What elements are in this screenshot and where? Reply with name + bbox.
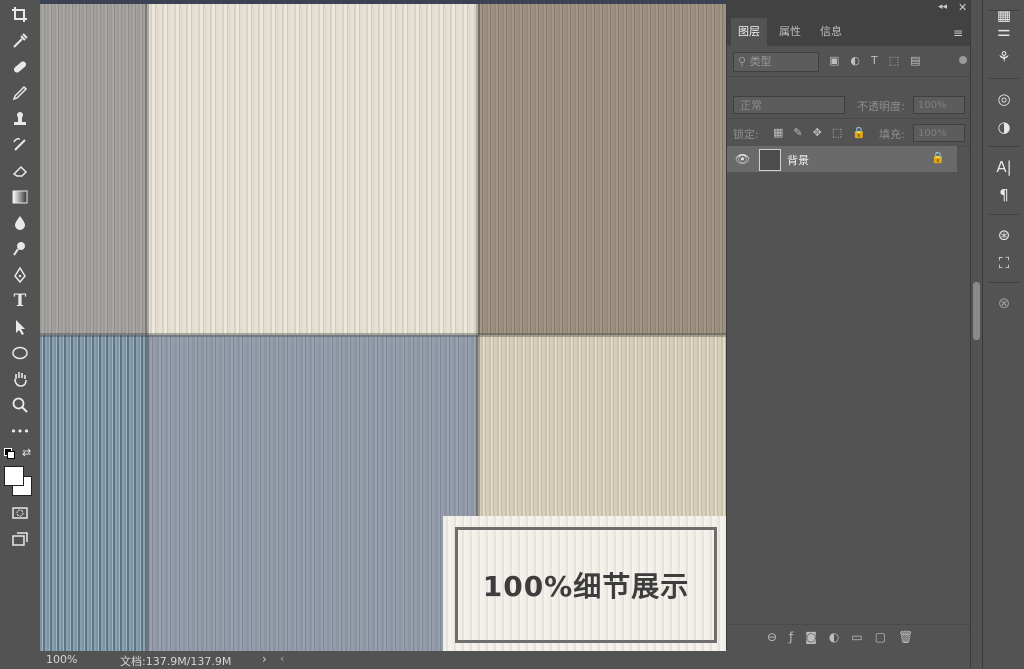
- fabric-tile: [478, 0, 726, 335]
- tab-properties[interactable]: 属性: [771, 18, 809, 46]
- document-info: 文档:137.9M/137.9M: [120, 655, 232, 668]
- status-menu-arrow[interactable]: ›: [262, 652, 267, 666]
- tab-layers[interactable]: 图层: [731, 18, 767, 46]
- tab-info[interactable]: 信息: [813, 18, 849, 46]
- history-brush-tool-icon[interactable]: [6, 134, 34, 156]
- filter-toggle[interactable]: [959, 56, 967, 64]
- layer-lock-icon[interactable]: 🔒: [931, 151, 945, 164]
- strip-separator: [989, 146, 1019, 147]
- fabric-tile: [40, 0, 147, 335]
- blend-mode-select[interactable]: 正常: [733, 96, 845, 114]
- dodge-tool-icon[interactable]: [6, 238, 34, 260]
- eraser-tool-icon[interactable]: [6, 160, 34, 182]
- layers-panel-footer: ⊖ƒ◙◐▭▢🗑: [727, 624, 971, 651]
- hand-tool-icon[interactable]: [6, 368, 34, 390]
- layer-thumbnail: [759, 149, 781, 171]
- panel-icon-strip: ▦ ⚌ ⚘ ◎ ◑ A| ¶ ⊛ ⛶ ⊗: [982, 0, 1024, 668]
- strip-separator: [989, 10, 1019, 11]
- strip-separator: [989, 282, 1019, 283]
- panel-tabs: 图层 属性 信息 ≡: [727, 18, 971, 46]
- tools-panel: T ••• ⇄: [0, 0, 41, 668]
- eyedropper-tool-icon[interactable]: [6, 30, 34, 52]
- swap-colors-icon[interactable]: ⇄: [22, 446, 31, 459]
- close-panel-icon[interactable]: ✕: [958, 1, 967, 14]
- filter-type-icons[interactable]: ▣◐T⬚▤: [829, 54, 932, 67]
- panel-menu-icon[interactable]: ≡: [953, 26, 963, 40]
- channels-icon[interactable]: ⊛: [991, 224, 1017, 246]
- screen-mode-icon[interactable]: [6, 528, 34, 550]
- fabric-tile: [147, 0, 478, 335]
- properties-icon[interactable]: ⊗: [991, 292, 1017, 314]
- default-colors-icon[interactable]: [4, 448, 15, 459]
- zoom-level[interactable]: 100%: [46, 653, 84, 666]
- crop-tool-icon[interactable]: [6, 4, 34, 26]
- libraries-icon[interactable]: ◎: [991, 88, 1017, 110]
- lock-options-icons[interactable]: ▦✎✥⬚🔒: [773, 126, 876, 139]
- status-bar: 100% 文档:137.9M/137.9M › ‹: [40, 651, 970, 668]
- paragraph-icon[interactable]: ¶: [991, 184, 1017, 206]
- fill-field[interactable]: 100%: [913, 124, 965, 142]
- layer-filter-select[interactable]: ⚲ 类型: [733, 52, 819, 72]
- panel-dock-header: ◂◂ ✕: [726, 0, 970, 18]
- collapse-panel-icon[interactable]: ◂◂: [938, 2, 947, 12]
- search-icon: ⚲: [738, 55, 747, 68]
- adjustments-icon[interactable]: ⚌: [991, 20, 1017, 42]
- layer-filter-row: ⚲ 类型 ▣◐T⬚▤: [727, 46, 971, 77]
- clone-stamp-tool-icon[interactable]: [6, 108, 34, 130]
- foreground-color-swatch[interactable]: [4, 466, 24, 486]
- opacity-label: 不透明度:: [857, 100, 905, 113]
- type-tool-icon[interactable]: T: [6, 290, 34, 312]
- gradient-tool-icon[interactable]: [6, 186, 34, 208]
- adjustment-layer-icon[interactable]: ◑: [991, 116, 1017, 138]
- detail-label-text: 100%细节展示: [482, 570, 690, 603]
- layer-name: 背景: [787, 154, 809, 167]
- quick-mask-icon[interactable]: [6, 502, 34, 524]
- path-selection-tool-icon[interactable]: [6, 316, 34, 338]
- layer-filter-value: 类型: [749, 55, 772, 68]
- detail-label-frame: 100%细节展示: [455, 527, 717, 643]
- pen-tool-icon[interactable]: [6, 264, 34, 286]
- layers-panel: 图层 属性 信息 ≡ ⚲ 类型 ▣◐T⬚▤ 正常 不透明度: 100% 锁定: …: [726, 18, 971, 651]
- ellipse-tool-icon[interactable]: [6, 342, 34, 364]
- blend-row: 正常 不透明度: 100%: [727, 92, 971, 119]
- blur-tool-icon[interactable]: [6, 212, 34, 234]
- layer-row[interactable]: 👁 背景 🔒: [727, 146, 957, 172]
- scroll-left-icon[interactable]: ‹: [280, 652, 284, 665]
- canvas-top-strip: [40, 0, 726, 4]
- visibility-eye-icon[interactable]: 👁: [735, 152, 750, 166]
- character-icon[interactable]: A|: [991, 156, 1017, 178]
- zoom-tool-icon[interactable]: [6, 394, 34, 416]
- paths-icon[interactable]: ⛶: [991, 252, 1017, 274]
- brush-settings-icon[interactable]: ⚘: [991, 46, 1017, 68]
- healing-brush-tool-icon[interactable]: [6, 56, 34, 78]
- tile-seam: [145, 0, 149, 651]
- document-canvas[interactable]: 100%细节展示: [40, 0, 726, 651]
- strip-separator: [989, 78, 1019, 79]
- more-tools-icon[interactable]: •••: [6, 420, 34, 442]
- opacity-field[interactable]: 100%: [913, 96, 965, 114]
- scrollbar-thumb[interactable]: [973, 282, 980, 340]
- detail-label-box: 100%细节展示: [443, 516, 726, 651]
- tile-seam: [40, 333, 726, 337]
- fabric-tile: [147, 335, 478, 651]
- layer-actions-icons[interactable]: ⊖ƒ◙◐▭▢🗑: [767, 630, 925, 644]
- lock-label: 锁定:: [733, 128, 759, 141]
- lock-row: 锁定: ▦✎✥⬚🔒 填充: 100%: [727, 120, 971, 147]
- fabric-tile: [40, 335, 147, 651]
- brush-tool-icon[interactable]: [6, 82, 34, 104]
- fill-label: 填充:: [879, 128, 905, 141]
- strip-separator: [989, 214, 1019, 215]
